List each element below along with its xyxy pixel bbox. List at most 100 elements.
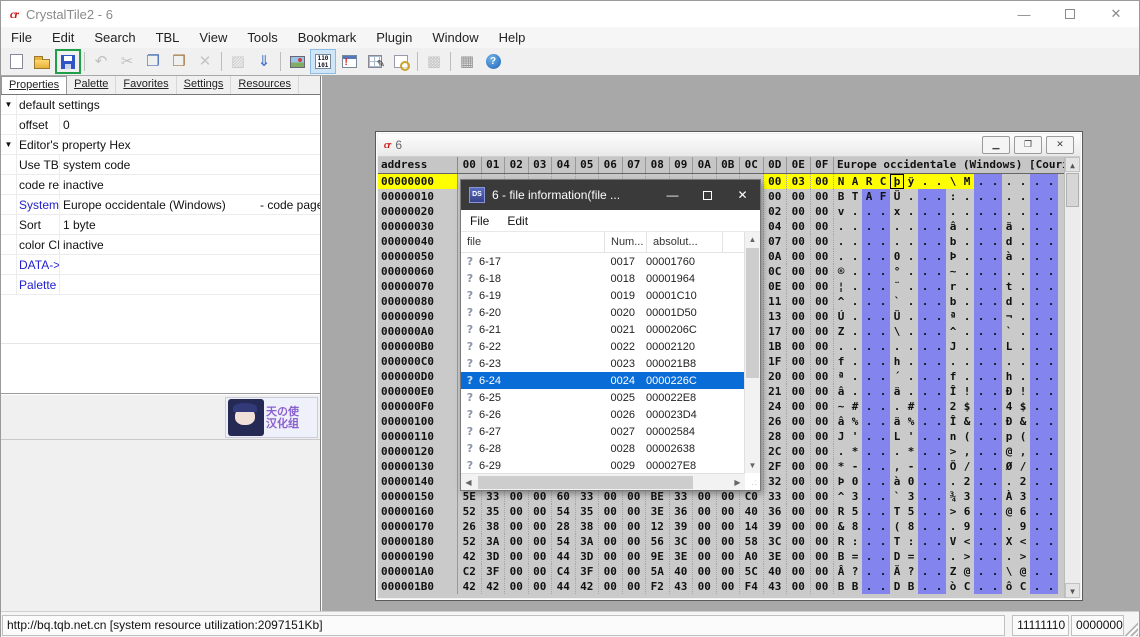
hex-byte-cell[interactable]: 03 — [787, 174, 811, 189]
hex-char-cell[interactable]: v — [834, 204, 848, 219]
hex-char-cell[interactable]: . — [862, 534, 876, 549]
hex-byte-cell[interactable]: 5C — [740, 564, 764, 579]
paste-button[interactable]: ❒ — [166, 49, 192, 74]
hex-char-cell[interactable]: â — [834, 384, 848, 399]
hex-byte-cell[interactable]: 40 — [740, 504, 764, 519]
hex-char-cell[interactable]: . — [862, 279, 876, 294]
hex-char-cell[interactable]: . — [876, 309, 890, 324]
hex-char-cell[interactable]: . — [1030, 534, 1044, 549]
hex-char-cell[interactable]: . — [960, 219, 974, 234]
hex-char-cell[interactable]: . — [932, 399, 946, 414]
hex-char-cell[interactable]: . — [1044, 294, 1058, 309]
hex-char-cell[interactable]: . — [918, 474, 932, 489]
hex-char-cell[interactable]: . — [876, 534, 890, 549]
hex-char-cell[interactable]: . — [988, 519, 1002, 534]
hex-byte-cell[interactable]: 11 — [764, 294, 788, 309]
hex-char-cell[interactable]: > — [946, 504, 960, 519]
hex-char-cell[interactable]: 8 — [848, 519, 862, 534]
cut-button[interactable]: ✂ — [114, 49, 140, 74]
file-list-row[interactable]: ?6-250025000022E8 — [461, 389, 745, 406]
hex-char-cell[interactable]: Ð — [1002, 384, 1016, 399]
hex-char-cell[interactable]: 3 — [1016, 489, 1030, 504]
property-value[interactable]: Europe occidentale (Windows)- code page — [60, 195, 320, 214]
hex-byte-cell[interactable]: 00 — [811, 474, 835, 489]
hex-byte-cell[interactable]: 56 — [646, 534, 670, 549]
hex-byte-cell[interactable]: 33 — [576, 489, 600, 504]
hex-char-cell[interactable]: . — [1044, 459, 1058, 474]
hex-char-cell[interactable]: . — [932, 279, 946, 294]
hex-char-cell[interactable]: . — [848, 309, 862, 324]
hex-char-cell[interactable]: . — [1002, 264, 1016, 279]
hex-char-cell[interactable]: à — [1002, 249, 1016, 264]
hex-char-cell[interactable]: 0 — [848, 474, 862, 489]
hex-char-cell[interactable]: . — [974, 204, 988, 219]
hex-char-cell[interactable]: . — [862, 399, 876, 414]
hex-char-cell[interactable]: @ — [960, 564, 974, 579]
hex-char-cell[interactable]: . — [904, 369, 918, 384]
hex-char-cell[interactable]: ' — [904, 429, 918, 444]
hex-char-cell[interactable]: . — [1044, 339, 1058, 354]
hex-char-cell[interactable]: ( — [890, 519, 904, 534]
hex-char-cell[interactable]: . — [1016, 309, 1030, 324]
hex-char-cell[interactable]: . — [876, 294, 890, 309]
hex-char-cell[interactable]: . — [974, 234, 988, 249]
hex-byte-cell[interactable]: 00 — [693, 489, 717, 504]
undo-button[interactable]: ↶ — [88, 49, 114, 74]
hex-byte-cell[interactable]: 00 — [787, 339, 811, 354]
hex-char-cell[interactable]: # — [904, 399, 918, 414]
hex-char-cell[interactable]: . — [918, 354, 932, 369]
hex-byte-cell[interactable]: 00 — [811, 399, 835, 414]
hex-byte-cell[interactable]: 00 — [787, 369, 811, 384]
hex-byte-cell[interactable]: 00 — [811, 534, 835, 549]
hex-char-cell[interactable]: ò — [946, 579, 960, 594]
hex-restore-button[interactable]: ❐ — [1014, 136, 1042, 154]
hex-char-cell[interactable]: . — [918, 279, 932, 294]
dialog-titlebar[interactable]: DS 6 - file information(file ... — ✕ — [461, 180, 760, 210]
hex-char-cell[interactable]: . — [932, 324, 946, 339]
hex-char-cell[interactable]: . — [932, 369, 946, 384]
hex-char-cell[interactable]: . — [848, 384, 862, 399]
hex-char-cell[interactable]: B — [834, 189, 848, 204]
hex-char-cell[interactable]: n — [946, 429, 960, 444]
hex-char-cell[interactable]: * — [834, 459, 848, 474]
hex-char-cell[interactable]: L — [1002, 339, 1016, 354]
hex-char-cell[interactable]: . — [876, 234, 890, 249]
hex-byte-cell[interactable]: 24 — [764, 399, 788, 414]
hex-byte-cell[interactable]: 00 — [811, 219, 835, 234]
hex-char-cell[interactable]: . — [1016, 189, 1030, 204]
hex-char-cell[interactable]: . — [960, 249, 974, 264]
scroll-down-icon[interactable]: ▼ — [1065, 583, 1080, 598]
hex-byte-cell[interactable]: 00 — [693, 549, 717, 564]
hex-char-cell[interactable]: 3 — [848, 489, 862, 504]
hex-char-cell[interactable]: . — [862, 249, 876, 264]
hex-char-cell[interactable]: . — [1044, 384, 1058, 399]
hex-byte-cell[interactable]: 00 — [787, 309, 811, 324]
hex-char-cell[interactable]: . — [862, 384, 876, 399]
hex-char-cell[interactable]: B — [834, 579, 848, 594]
hex-char-cell[interactable]: . — [1044, 414, 1058, 429]
hex-char-cell[interactable]: ^ — [834, 489, 848, 504]
hex-char-cell[interactable]: . — [1044, 369, 1058, 384]
hex-char-cell[interactable]: ? — [904, 564, 918, 579]
hex-char-cell[interactable]: = — [848, 549, 862, 564]
dialog-horizontal-scrollbar[interactable]: ◀ ▶ — [461, 473, 745, 490]
hex-char-cell[interactable]: > — [1016, 549, 1030, 564]
hex-char-cell[interactable]: . — [1044, 264, 1058, 279]
hex-byte-cell[interactable]: 35 — [482, 504, 506, 519]
property-value[interactable] — [60, 275, 320, 294]
dialog-close-button[interactable]: ✕ — [725, 180, 760, 210]
hex-byte-cell[interactable]: 00 — [811, 384, 835, 399]
hex-char-cell[interactable]: ( — [1016, 429, 1030, 444]
hex-row[interactable]: 0000016052350000543500003E36000040360000… — [378, 504, 1080, 519]
hex-char-cell[interactable]: . — [988, 294, 1002, 309]
hex-byte-cell[interactable]: BE — [646, 489, 670, 504]
hex-char-cell[interactable]: $ — [960, 399, 974, 414]
hex-char-cell[interactable]: . — [988, 414, 1002, 429]
hex-byte-cell[interactable]: 33 — [482, 489, 506, 504]
hex-char-cell[interactable]: . — [1002, 549, 1016, 564]
hex-char-cell[interactable]: f — [946, 369, 960, 384]
hex-char-cell[interactable]: 9 — [960, 519, 974, 534]
hex-char-cell[interactable]: . — [862, 324, 876, 339]
hex-char-cell[interactable]: . — [932, 564, 946, 579]
file-list-row[interactable]: ?6-2400240000226C — [461, 372, 745, 389]
